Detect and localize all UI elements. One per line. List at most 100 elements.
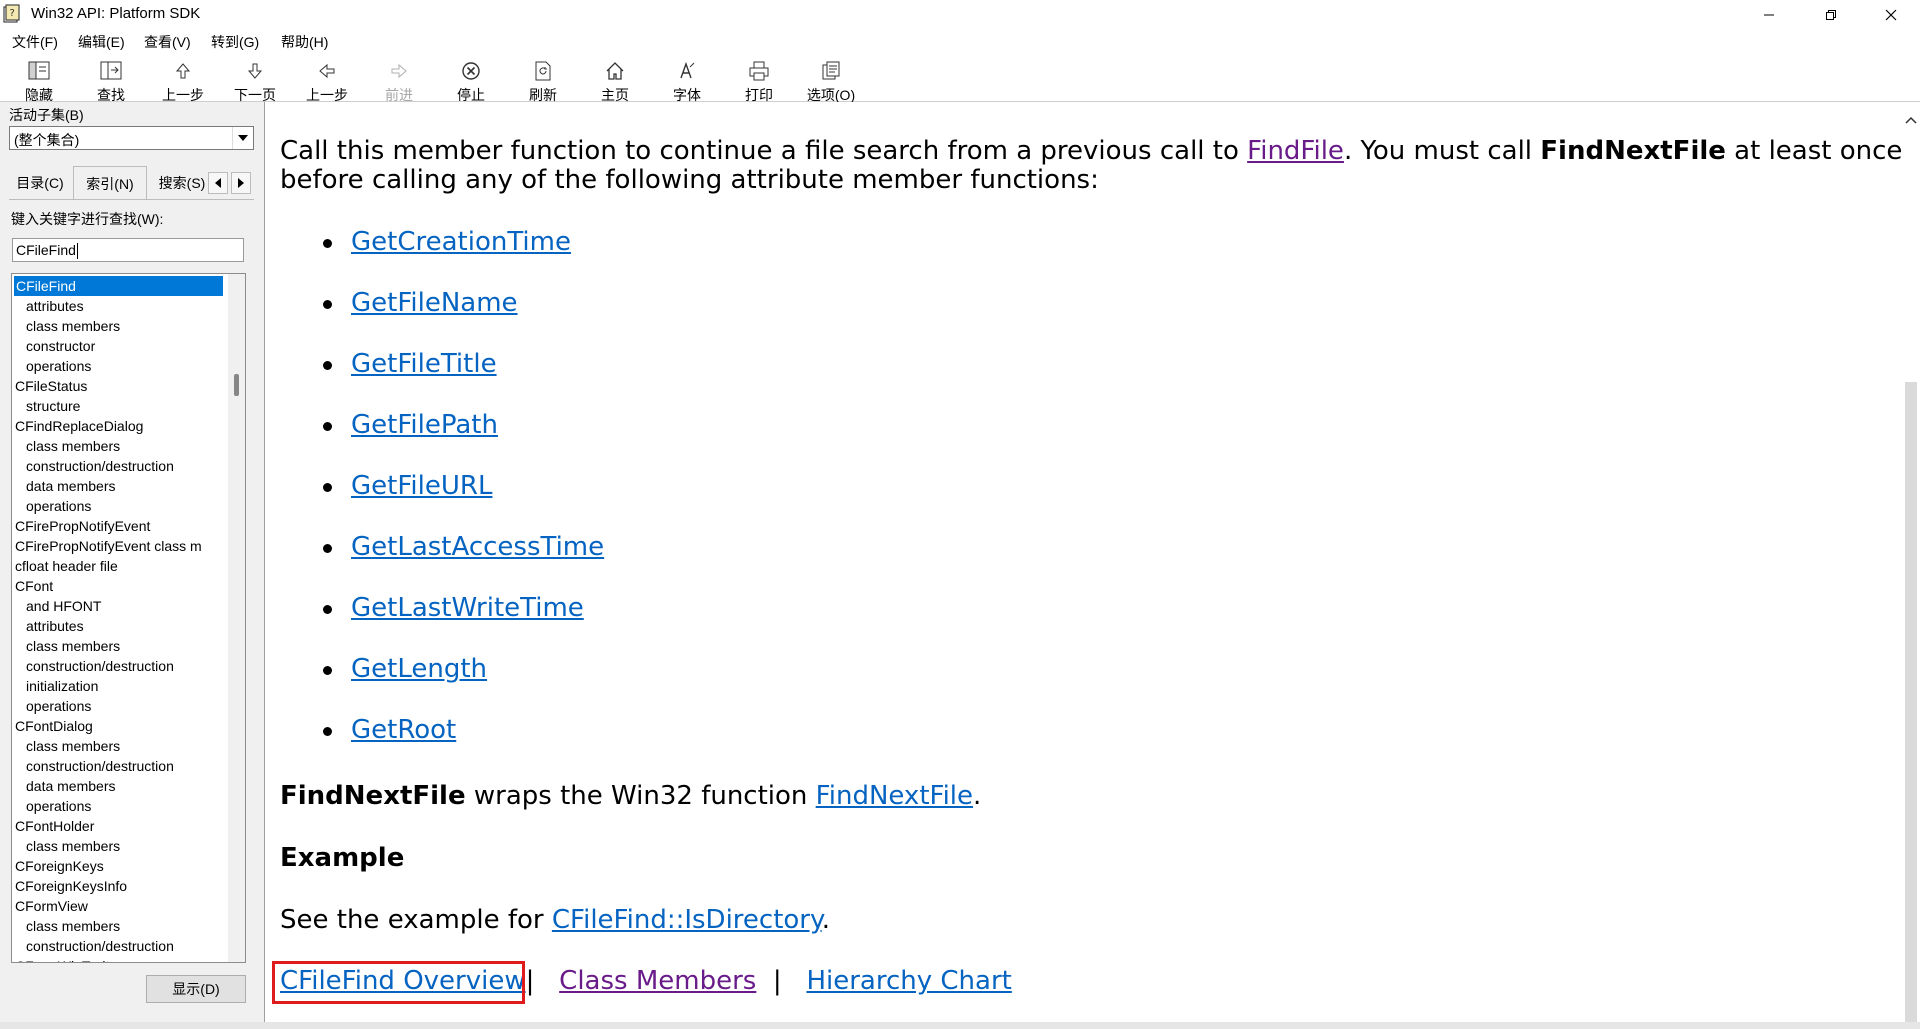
tab-scroll-right-button[interactable] <box>231 172 251 194</box>
next-page-button[interactable]: 下一页 <box>219 57 291 103</box>
tab-scroll-left-button[interactable] <box>208 172 228 194</box>
subset-dropdown[interactable]: (整个集合) <box>9 126 254 150</box>
bullet-icon <box>323 605 332 614</box>
hierarchy-chart-link[interactable]: Hierarchy Chart <box>806 966 1011 996</box>
index-item[interactable]: initialization <box>26 676 226 696</box>
function-link[interactable]: GetLength <box>351 654 487 684</box>
index-item[interactable]: CFirePropNotifyEvent <box>15 516 225 536</box>
scrollbar-thumb[interactable] <box>234 374 239 396</box>
index-item[interactable]: data members <box>26 776 226 796</box>
index-item[interactable]: class members <box>26 736 226 756</box>
index-item[interactable]: CFontHolder <box>15 816 225 836</box>
display-button[interactable]: 显示(D) <box>146 975 246 1003</box>
menu-help[interactable]: 帮助(H) <box>281 32 328 52</box>
index-item[interactable]: operations <box>26 796 226 816</box>
status-bar <box>0 1022 1920 1029</box>
index-item[interactable]: CFileFind <box>14 276 223 296</box>
function-link[interactable]: GetLastAccessTime <box>351 532 604 562</box>
svg-text:?: ? <box>10 8 15 19</box>
bullet-icon <box>323 666 332 675</box>
back-button[interactable]: 上一步 <box>291 57 363 103</box>
function-link[interactable]: GetFileTitle <box>351 349 497 379</box>
stop-button[interactable]: 停止 <box>435 57 507 103</box>
refresh-icon <box>529 60 557 82</box>
scroll-up-icon[interactable] <box>1905 116 1917 124</box>
win32-findnextfile-link[interactable]: FindNextFile <box>816 781 973 811</box>
print-button[interactable]: 打印 <box>723 57 795 103</box>
print-icon <box>745 60 773 82</box>
content-scrollbar[interactable] <box>1902 102 1920 1022</box>
locate-icon <box>97 60 125 82</box>
index-item[interactable]: CFont <box>15 576 225 596</box>
index-item[interactable]: data members <box>26 476 226 496</box>
restore-icon <box>1826 9 1836 20</box>
index-item[interactable]: CFileStatus <box>15 376 225 396</box>
index-item[interactable]: constructor <box>26 336 226 356</box>
locate-button[interactable]: 查找 <box>75 57 147 103</box>
index-list[interactable]: CFileFind attributes class members construc… <box>11 273 246 963</box>
menu-edit[interactable]: 编辑(E) <box>78 32 125 52</box>
previous-topic-button[interactable]: 上一步 <box>147 57 219 103</box>
toolbar: 隐藏 查找 上一步 下一页 上一步 前进 停止 刷新 主页 字体 打印 选项(O… <box>0 53 1920 103</box>
class-members-link[interactable]: Class Members <box>559 966 756 996</box>
font-button[interactable]: 字体 <box>651 57 723 103</box>
index-item[interactable]: CForeignKeys <box>15 856 225 876</box>
function-link[interactable]: GetLastWriteTime <box>351 593 584 623</box>
index-item[interactable]: operations <box>26 696 226 716</box>
bullet-icon <box>323 239 332 248</box>
text-caret <box>77 243 78 259</box>
index-item[interactable]: class members <box>26 636 226 656</box>
index-item[interactable]: cfloat header file <box>15 556 225 576</box>
close-button[interactable] <box>1868 0 1914 29</box>
hide-button[interactable]: 隐藏 <box>3 57 75 103</box>
keyword-search-input[interactable]: CFileFind <box>12 238 244 262</box>
index-item[interactable]: CFormWinTrait <box>15 956 225 962</box>
index-list-scrollbar[interactable] <box>228 274 245 962</box>
index-item[interactable]: construction/destruction <box>26 656 226 676</box>
function-link[interactable]: GetRoot <box>351 715 456 745</box>
index-item[interactable]: operations <box>26 356 226 376</box>
index-item[interactable]: CForeignKeysInfo <box>15 876 225 896</box>
index-item[interactable]: construction/destruction <box>26 936 226 956</box>
wraps-paragraph: FindNextFile wraps the Win32 function Fi… <box>280 781 982 811</box>
function-link[interactable]: GetFileURL <box>351 471 492 501</box>
index-item[interactable]: construction/destruction <box>26 456 226 476</box>
index-item[interactable]: class members <box>26 836 226 856</box>
index-item[interactable]: class members <box>26 436 226 456</box>
maximize-button[interactable] <box>1808 0 1854 29</box>
index-item[interactable]: and HFONT <box>26 596 226 616</box>
index-item[interactable]: CFindReplaceDialog <box>15 416 225 436</box>
chevron-down-icon[interactable] <box>232 127 253 149</box>
findfile-link[interactable]: FindFile <box>1247 136 1344 166</box>
index-item[interactable]: class members <box>26 316 226 336</box>
tab-contents[interactable]: 目录(C) <box>9 168 71 198</box>
forward-button[interactable]: 前进 <box>363 57 435 103</box>
menu-view[interactable]: 查看(V) <box>144 32 191 52</box>
function-link[interactable]: GetCreationTime <box>351 227 571 257</box>
index-item[interactable]: structure <box>26 396 226 416</box>
index-item[interactable]: CFontDialog <box>15 716 225 736</box>
index-item[interactable]: attributes <box>26 296 226 316</box>
index-item[interactable]: construction/destruction <box>26 756 226 776</box>
bullet-icon <box>323 483 332 492</box>
index-item[interactable]: attributes <box>26 616 226 636</box>
font-icon <box>673 60 701 82</box>
tab-index[interactable]: 索引(N) <box>73 166 147 200</box>
function-link[interactable]: GetFilePath <box>351 410 498 440</box>
index-item[interactable]: operations <box>26 496 226 516</box>
index-item[interactable]: CFormView <box>15 896 225 916</box>
isdirectory-link[interactable]: CFileFind::IsDirectory <box>552 905 822 935</box>
minimize-button[interactable] <box>1746 0 1792 29</box>
scrollbar-thumb[interactable] <box>1905 382 1917 1022</box>
tab-search[interactable]: 搜索(S) <box>151 168 213 198</box>
index-item[interactable]: CFirePropNotifyEvent class m <box>15 536 225 556</box>
index-item[interactable]: class members <box>26 916 226 936</box>
menu-goto[interactable]: 转到(G) <box>211 32 259 52</box>
refresh-button[interactable]: 刷新 <box>507 57 579 103</box>
help-book-icon: ? <box>3 4 20 23</box>
function-link[interactable]: GetFileName <box>351 288 518 318</box>
menu-file[interactable]: 文件(F) <box>12 32 58 52</box>
options-button[interactable]: 选项(O) <box>795 57 867 103</box>
home-icon <box>601 60 629 82</box>
home-button[interactable]: 主页 <box>579 57 651 103</box>
